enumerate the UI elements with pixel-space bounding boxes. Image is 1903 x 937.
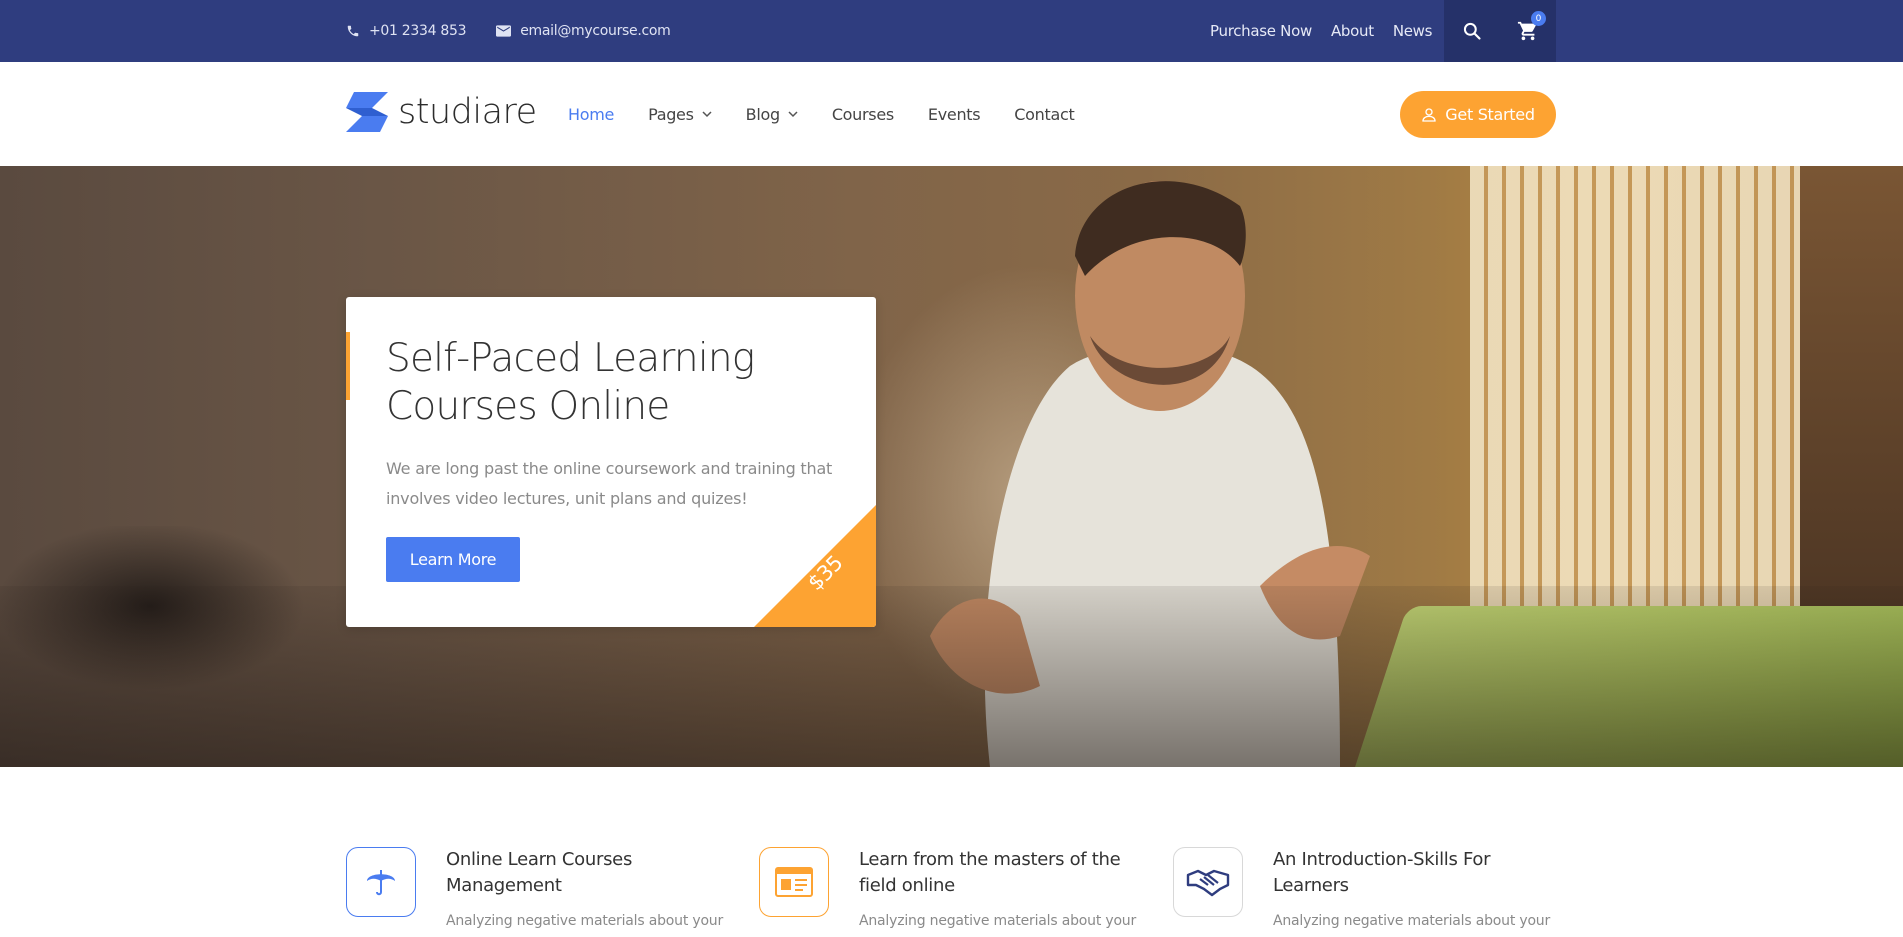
feature-title: Learn from the masters of the field onli… bbox=[859, 849, 1121, 896]
top-links: Purchase Now About News bbox=[1210, 0, 1432, 62]
feature-title: An Introduction-Skills For Learners bbox=[1273, 849, 1491, 896]
email-contact[interactable]: email@mycourse.com bbox=[496, 23, 671, 39]
get-started-button[interactable]: Get Started bbox=[1400, 91, 1556, 138]
feature-icon-box bbox=[346, 847, 416, 917]
feature-item: An Introduction-Skills For Learners Anal… bbox=[1173, 847, 1573, 937]
nav-home-label: Home bbox=[568, 104, 615, 124]
title-accent-bar bbox=[346, 332, 350, 400]
nav-pages-label: Pages bbox=[648, 104, 694, 124]
feature-title: Online Learn Courses Management bbox=[446, 849, 633, 896]
main-header: studiare Home Pages Blog Courses Events … bbox=[0, 62, 1903, 166]
user-icon bbox=[1422, 107, 1436, 122]
about-link[interactable]: About bbox=[1331, 22, 1374, 40]
hero-card: Self-Paced Learning Courses Online We ar… bbox=[346, 297, 876, 627]
hero-window-blinds bbox=[1470, 166, 1800, 606]
nav-item-blog[interactable]: Blog bbox=[746, 105, 798, 124]
nav-item-events[interactable]: Events bbox=[927, 104, 981, 124]
mail-icon bbox=[496, 25, 512, 37]
chevron-down-icon bbox=[702, 110, 712, 117]
nav-blog-label: Blog bbox=[745, 104, 780, 124]
feature-text: Analyzing negative materials about your bbox=[1273, 913, 1551, 929]
contact-info: +01 2334 853 email@mycourse.com bbox=[346, 0, 671, 62]
handshake-icon bbox=[1186, 869, 1230, 897]
id-card-icon bbox=[775, 867, 813, 897]
cart-count-badge: 0 bbox=[1531, 11, 1546, 26]
feature-text: Analyzing negative materials about your bbox=[859, 913, 1137, 929]
news-link[interactable]: News bbox=[1393, 22, 1433, 40]
feature-icon-box bbox=[1173, 847, 1243, 917]
phone-contact[interactable]: +01 2334 853 bbox=[346, 23, 467, 39]
nav-item-contact[interactable]: Contact bbox=[1014, 105, 1074, 124]
email-address: email@mycourse.com bbox=[520, 23, 671, 39]
cart-button[interactable]: 0 bbox=[1500, 0, 1556, 62]
nav-item-home[interactable]: Home bbox=[568, 105, 614, 124]
nav-courses-label: Courses bbox=[831, 104, 894, 124]
top-bar: +01 2334 853 email@mycourse.com Purchase… bbox=[0, 0, 1903, 62]
learn-more-button[interactable]: Learn More bbox=[386, 537, 520, 582]
nav-contact-label: Contact bbox=[1014, 104, 1075, 124]
hero-banner bbox=[0, 166, 1903, 767]
phone-icon bbox=[347, 25, 359, 37]
search-button[interactable] bbox=[1444, 0, 1500, 62]
main-nav: Home Pages Blog Courses Events Contact bbox=[568, 62, 1075, 166]
chevron-down-icon bbox=[788, 110, 798, 117]
search-icon bbox=[1463, 22, 1481, 40]
feature-item: Learn from the masters of the field onli… bbox=[759, 847, 1159, 937]
feature-icon-box bbox=[759, 847, 829, 917]
price-ribbon: $35 bbox=[754, 505, 876, 627]
phone-number: +01 2334 853 bbox=[369, 23, 467, 39]
hero-floor-shade bbox=[0, 586, 1903, 767]
feature-text: Analyzing negative materials about your bbox=[446, 913, 724, 929]
nav-item-courses[interactable]: Courses bbox=[832, 105, 894, 124]
logo-text: studiare bbox=[398, 92, 537, 132]
purchase-now-link[interactable]: Purchase Now bbox=[1210, 22, 1312, 40]
nav-item-pages[interactable]: Pages bbox=[648, 105, 712, 124]
umbrella-icon bbox=[367, 870, 395, 896]
logo-mark-icon bbox=[346, 92, 388, 132]
site-logo[interactable]: studiare bbox=[346, 92, 537, 132]
nav-events-label: Events bbox=[927, 104, 981, 124]
get-started-label: Get Started bbox=[1445, 105, 1535, 124]
feature-item: Online Learn Courses Management Analyzin… bbox=[346, 847, 746, 937]
hero-title: Self-Paced Learning Courses Online bbox=[386, 336, 755, 429]
